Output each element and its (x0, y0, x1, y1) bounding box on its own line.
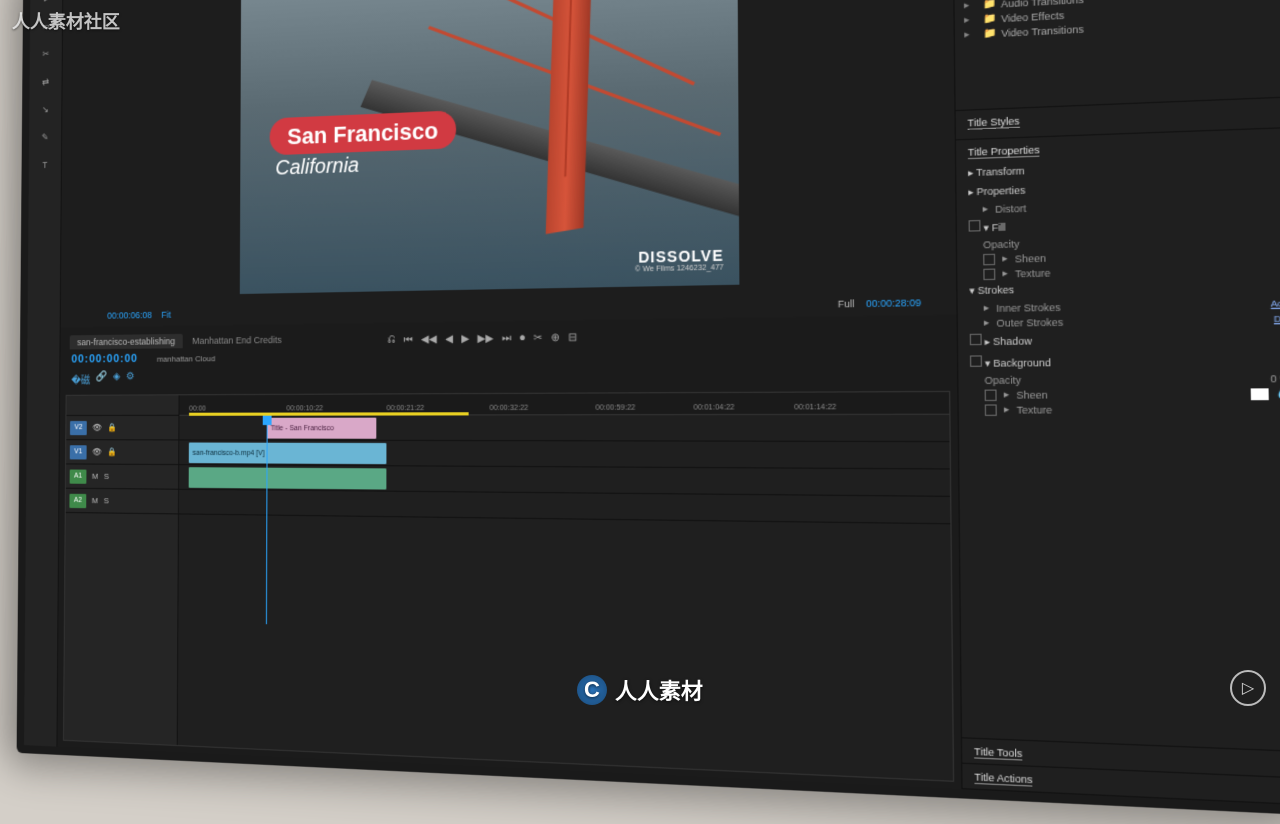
program-left-controls: 00:00:06:08 Fit (107, 310, 171, 321)
timeline-body: V2👁🔒 V1👁🔒 A1MS A2MS 00:00 00:00:10:22 00… (63, 391, 954, 782)
snap-icon[interactable]: �磁 (71, 371, 90, 386)
color-swatch[interactable] (1250, 388, 1268, 400)
btn-goto-out[interactable]: ⏭ (502, 333, 511, 345)
program-monitor[interactable]: San Francisco California DISSOLVE © We F… (61, 0, 957, 327)
tool-hand[interactable]: ✎ (37, 128, 54, 147)
btn-goto-in[interactable]: ⏮ (404, 334, 413, 346)
center-column: San Francisco California DISSOLVE © We F… (57, 0, 961, 789)
btn-mark-in[interactable]: ⎌ (387, 334, 395, 346)
row-bg-sheen[interactable]: ▸ Sheen💧 (970, 386, 1280, 402)
section-background[interactable]: ▾ Background (970, 349, 1280, 374)
btn-step-fwd[interactable]: ▶▶ (478, 333, 494, 345)
lower-third: San Francisco California (269, 110, 456, 183)
program-duration: 00:00:28:09 (866, 297, 921, 309)
btn-play[interactable]: ▶ (461, 333, 469, 345)
sequence-tab[interactable]: san-francisco-establishing (70, 334, 183, 350)
eyedropper-icon[interactable]: 💧 (1276, 387, 1280, 400)
track-header-v1[interactable]: V1👁🔒 (66, 440, 178, 465)
btn-play-reverse[interactable]: ◀ (445, 334, 453, 346)
row-bg-texture[interactable]: ▸ Texture (970, 401, 1280, 417)
clip-title[interactable]: Title - San Francisco (267, 418, 377, 439)
watermark-logo: C (577, 675, 607, 705)
play-overlay-icon[interactable]: ▷ (1230, 670, 1266, 706)
track-header-a1[interactable]: A1MS (66, 464, 178, 489)
fit-dropdown[interactable]: Fit (161, 310, 171, 320)
lower-third-subtitle: California (269, 148, 456, 183)
video-preview: San Francisco California DISSOLVE © We F… (240, 0, 740, 294)
btn-insert[interactable]: ⊕ (551, 332, 560, 344)
credit-tab[interactable]: Manhattan End Credits (192, 335, 282, 346)
tool-selection[interactable]: ▸ (38, 0, 55, 8)
watermark-bottom: C 人人素材 (577, 674, 703, 706)
tab-title-actions[interactable]: Title Actions (974, 771, 1032, 786)
transport-bar: ⎌ ⏮ ◀◀ ◀ ▶ ▶▶ ⏭ ⏺ ✂ ⊕ ⊟ (387, 332, 577, 346)
program-timecode[interactable]: 00:00:06:08 (107, 310, 152, 321)
track-a2[interactable] (179, 490, 950, 525)
clip-video[interactable]: san-francisco-b.mp4 [V] (189, 443, 387, 465)
track-header-v2[interactable]: V2👁🔒 (66, 416, 178, 441)
track-v2[interactable]: Title - San Francisco (179, 415, 949, 442)
section-shadow[interactable]: ▸ Shadow (970, 327, 1280, 353)
linked-sel-icon[interactable]: 🔗 (96, 371, 108, 386)
tab-title-styles[interactable]: Title Styles (967, 115, 1019, 129)
time-ruler[interactable]: 00:00 00:00:10:22 00:00:21:22 00:00:32:2… (179, 392, 949, 416)
btn-record[interactable]: ⏺ (520, 333, 525, 345)
clip-label: manhattan Cloud (157, 354, 215, 364)
timeline-timecode[interactable]: 00:00:00:00 (71, 353, 137, 366)
tab-title-properties[interactable]: Title Properties (968, 144, 1040, 159)
settings-icon[interactable]: ⚙ (126, 371, 135, 386)
title-properties-panel: Title Properties ▸ Transform ▸ Propertie… (956, 128, 1280, 753)
clip-audio[interactable] (189, 467, 387, 489)
program-monitor-panel: San Francisco California DISSOLVE © We F… (61, 0, 957, 327)
btn-step-back[interactable]: ◀◀ (421, 334, 437, 346)
tool-slip[interactable]: ⇄ (37, 72, 54, 91)
dissolve-logo: DISSOLVE (635, 247, 724, 266)
playhead[interactable] (266, 416, 268, 625)
timeline-panel: san-francisco-establishing Manhattan End… (57, 315, 961, 789)
watermark-top-left: 人人素材社区 (12, 8, 120, 34)
program-right-controls: Full 00:00:28:09 (838, 297, 921, 310)
track-headers: V2👁🔒 V1👁🔒 A1MS A2MS (64, 395, 180, 745)
marker-icon[interactable]: ◈ (113, 371, 120, 386)
track-area[interactable]: 00:00 00:00:10:22 00:00:21:22 00:00:32:2… (178, 392, 953, 781)
link-add-inner[interactable]: Add (1271, 298, 1280, 309)
btn-overwrite[interactable]: ⊟ (568, 332, 577, 344)
tab-title-tools[interactable]: Title Tools (974, 746, 1022, 761)
tool-type[interactable]: T (37, 156, 54, 175)
stock-watermark: DISSOLVE © We Films 1246232_477 (635, 247, 724, 274)
effects-panel: Info Effects ▭▣🗑 ▸📁Presets ▸📁Lumetri Pre… (954, 0, 1280, 111)
btn-lift[interactable]: ✂ (533, 332, 542, 344)
tool-pen[interactable]: ↘ (37, 100, 54, 119)
link-del-outer[interactable]: Del (1274, 314, 1280, 325)
tool-razor[interactable]: ✂ (37, 44, 54, 63)
track-header-a2[interactable]: A2MS (66, 489, 178, 515)
row-bg-opacity[interactable]: Opacity0 % (970, 372, 1280, 388)
tracks: Title - San Francisco san-francisco-b.mp… (179, 415, 950, 525)
zoom-dropdown[interactable]: Full (838, 298, 855, 309)
